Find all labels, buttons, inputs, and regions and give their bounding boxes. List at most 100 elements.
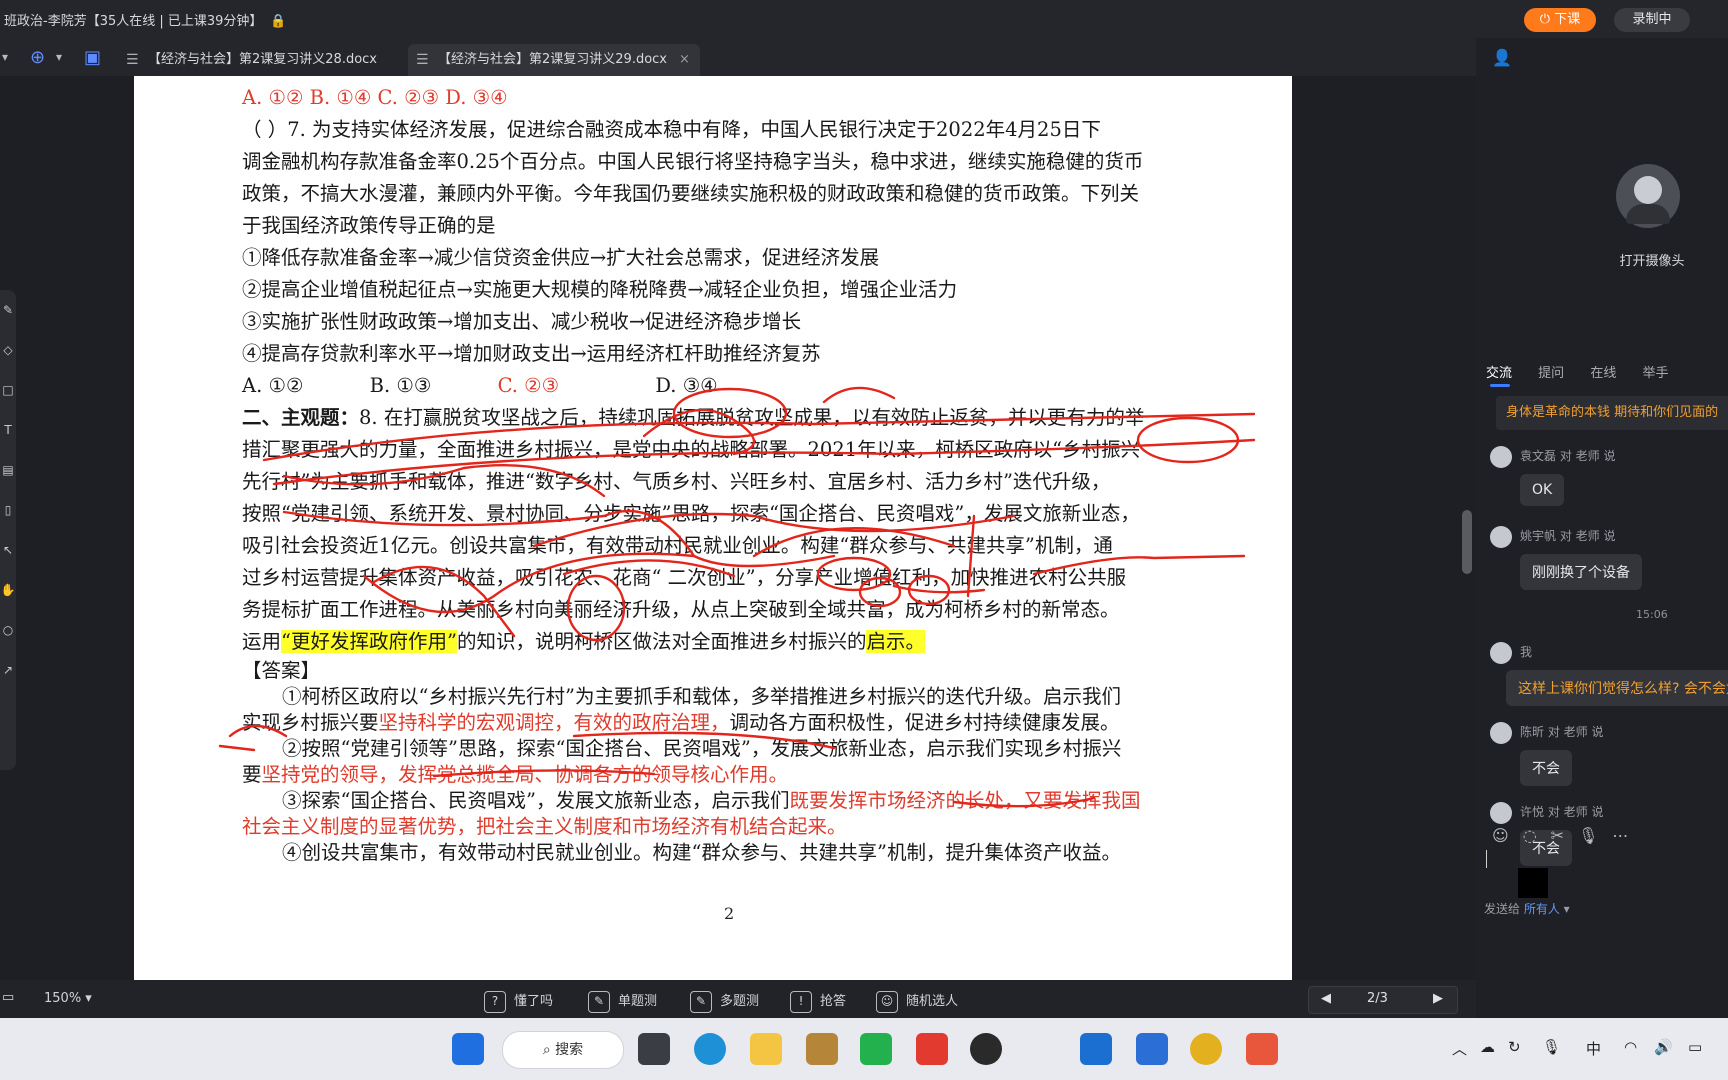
document-page[interactable]: A. ①② B. ①④ C. ②③ D. ③④ （ ）7. 为支持实体经济发展，… (134, 76, 1292, 980)
sync-icon[interactable]: ↻ (1508, 1038, 1521, 1056)
buzzer-icon: ! (790, 990, 812, 1013)
file-explorer-icon[interactable] (750, 1033, 782, 1065)
classroom-app-icon[interactable] (1246, 1033, 1278, 1065)
multi-quiz-button[interactable]: ✎ 多题测 (690, 990, 759, 1013)
question-icon: ? (484, 990, 506, 1013)
jetbrains-app-icon[interactable] (806, 1033, 838, 1065)
fullscreen-icon[interactable]: ▭ (2, 990, 14, 1005)
next-page-icon[interactable]: ▶ (1433, 991, 1443, 1006)
os-taskbar: ⌕ 搜索 ︿ ☁ ↻ 🎙 中 ◠ 🔊 ▭ (0, 1018, 1728, 1080)
doc-line: ②提高企业增值税起征点→实施更大规模的降税降费→减轻企业负担，增强企业活力 (242, 278, 958, 301)
eraser-tool-icon[interactable]: ◇ (0, 330, 16, 370)
tray-chevron-icon[interactable]: ︿ (1452, 1038, 1467, 1059)
task-view-icon[interactable] (638, 1033, 670, 1065)
store-icon[interactable] (1080, 1033, 1112, 1065)
edge-browser-icon[interactable] (694, 1033, 726, 1065)
q8-line: 吸引社会投资近1亿元。创设共富集市，有效带动村民就业创业。构建“群众参与、共建共… (242, 534, 1113, 557)
q8-question: 运用“更好发挥政府作用”的知识，说明柯桥区做法对全面推进乡村振兴的启示。 (242, 630, 925, 653)
taskbar-search[interactable]: ⌕ 搜索 (502, 1031, 624, 1069)
tab-hands[interactable]: 举手 (1642, 366, 1668, 381)
doc-line: ④提高存贷款利率水平→增加财政支出→运用经济杠杆助推经济复苏 (242, 342, 821, 365)
chat-timestamp: 15:06 (1636, 608, 1668, 621)
ime-indicator[interactable]: 中 (1586, 1038, 1601, 1059)
battery-icon[interactable]: ▭ (1688, 1038, 1702, 1056)
start-menu-icon[interactable] (452, 1033, 484, 1065)
chat-input-caret[interactable] (1486, 850, 1487, 868)
pen-tool-icon[interactable]: ✎ (0, 290, 16, 330)
volume-icon[interactable]: 🔊 (1654, 1038, 1673, 1056)
tab-document-29[interactable]: ☰ 【经济与社会】第2课复习讲义29.docx × (408, 44, 700, 76)
cursor-overlay (1518, 868, 1548, 898)
doc-line: 政策，不搞大水漫灌，兼顾内外平衡。今年我国仍要继续实施积极的财政政策和稳健的货币… (242, 182, 1140, 205)
mail-app-icon[interactable] (916, 1033, 948, 1065)
circle-tool-icon[interactable]: ○ (0, 610, 16, 650)
zoom-level[interactable]: 150% ▾ (44, 991, 92, 1006)
single-quiz-button[interactable]: ✎ 单题测 (588, 990, 657, 1013)
add-document-icon[interactable]: ⊕ (30, 47, 45, 68)
recording-button[interactable]: 录制中 (1614, 8, 1690, 32)
save-icon[interactable]: ▣ (84, 47, 101, 68)
wechat-icon[interactable] (860, 1033, 892, 1065)
random-pick-button[interactable]: ☺ 随机选人 (876, 990, 958, 1013)
buzz-answer-button[interactable]: ! 抢答 (790, 990, 846, 1013)
chat-message: 袁文磊 对 老师 说 OK (1490, 446, 1615, 506)
rectangle-tool-icon[interactable]: □ (0, 370, 16, 410)
person-icon: ☺ (876, 990, 898, 1013)
camera-avatar[interactable] (1616, 164, 1680, 228)
emoji-icon[interactable]: ☺ (1492, 826, 1523, 845)
doc-line: ①降低存款准备金率→减少信贷资金供应→扩大社会总需求，促进经济发展 (242, 246, 880, 269)
title-bar: 班政治-李院芳【35人在线 | 已上课39分钟】 🔒 ⏻ 下课 录制中 (0, 0, 1728, 38)
mail-icon[interactable] (1136, 1033, 1168, 1065)
chat-message: 陈昕 对 老师 说 不会 (1490, 722, 1603, 786)
send-to[interactable]: 发送给 所有人 ▾ (1484, 900, 1570, 917)
q6-options: A. ①② B. ①④ C. ②③ D. ③④ (242, 86, 508, 109)
document-tab-bar: ▾ ⊕ ▾ ▣ ☰ 【经济与社会】第2课复习讲义28.docx ☰ 【经济与社会】第… (0, 38, 1476, 76)
scissors-icon[interactable]: ✂ (1551, 826, 1578, 845)
q8-line: 先行村”为主要抓手和载体，推进“数字乡村、气质乡村、兴旺乡村、宜居乡村、活力乡村… (242, 470, 1111, 493)
prev-page-icon[interactable]: ◀ (1321, 991, 1331, 1006)
answer-heading: 【答案】 (242, 659, 321, 682)
tab-document-28[interactable]: ☰ 【经济与社会】第2课复习讲义28.docx (118, 44, 387, 76)
chevron-down-icon[interactable]: ▾ (56, 50, 62, 64)
tab-questions[interactable]: 提问 (1538, 366, 1564, 381)
whiteboard-tool-icon[interactable]: ▤ (0, 450, 16, 490)
wifi-icon[interactable]: ◠ (1624, 1038, 1637, 1056)
close-tab-icon[interactable]: × (679, 52, 690, 67)
chrome-icon[interactable] (1190, 1033, 1222, 1065)
document-content: A. ①② B. ①④ C. ②③ D. ③④ （ ）7. 为支持实体经济发展，… (242, 82, 1262, 866)
panel-tabs: 交流 提问 在线 举手 (1486, 362, 1690, 387)
microphone-icon[interactable]: 🎙 (1578, 826, 1612, 845)
share-tool-icon[interactable]: ↗ (0, 650, 16, 690)
lock-icon: 🔒 (270, 14, 287, 29)
text-tool-icon[interactable]: T (0, 410, 16, 450)
chat-toolbar: ☺◌✂🎙⋯ (1492, 826, 1642, 845)
q8-line: 按照“党建引领、系统开发、景村协同、分步实施”思路，探索“国企搭台、民资唱戏”，… (242, 502, 1140, 525)
qq-icon[interactable] (970, 1033, 1002, 1065)
dropdown-icon[interactable]: ▾ (2, 50, 8, 64)
chat-message-self: 我 这样上课你们觉得怎么样? 会不会太 (1490, 642, 1728, 706)
answer-2-cont: 要坚持党的领导，发挥党总揽全局、协调各方的领导核心作用。 (242, 763, 789, 786)
multi-edit-icon: ✎ (690, 990, 712, 1013)
quick-reply-icon[interactable]: ◌ (1523, 826, 1551, 845)
mic-tray-icon[interactable]: 🎙 (1542, 1038, 1561, 1056)
pointer-tool-icon[interactable]: ↖ (0, 530, 16, 570)
avatar (1490, 642, 1512, 664)
user-icon[interactable]: 👤 (1492, 48, 1512, 67)
tab-chat[interactable]: 交流 (1486, 366, 1512, 381)
q8-line: 过乡村运营提升集体资产收益，吸引花农、花商“ 二次创业”，分享产业增值红利，加快… (242, 566, 1127, 589)
page-tool-icon[interactable]: ▯ (0, 490, 16, 530)
cloud-icon[interactable]: ☁ (1480, 1038, 1495, 1056)
annotation-toolstrip: ✎ ◇ □ T ▤ ▯ ↖ ✋ ○ ↗ (0, 290, 16, 770)
q8-line: 二、主观题：8. 在打赢脱贫攻坚战之后，持续巩固拓展脱贫攻坚成果，以有效防止返贫… (242, 406, 1145, 429)
understood-button[interactable]: ? 懂了吗 (484, 990, 553, 1013)
page-indicator: 2/3 (1367, 991, 1388, 1006)
tab-online[interactable]: 在线 (1590, 366, 1616, 381)
end-class-button[interactable]: ⏻ 下课 (1524, 8, 1596, 32)
avatar (1490, 446, 1512, 468)
more-icon[interactable]: ⋯ (1612, 826, 1642, 845)
avatar (1490, 802, 1512, 824)
open-camera-label[interactable]: 打开摄像头 (1616, 250, 1688, 269)
document-scrollbar[interactable] (1462, 510, 1472, 574)
q8-line: 措汇聚更强大的力量，全面推进乡村振兴，是党中央的战略部署。2021年以来，柯桥区… (242, 438, 1141, 461)
hand-tool-icon[interactable]: ✋ (0, 570, 16, 610)
